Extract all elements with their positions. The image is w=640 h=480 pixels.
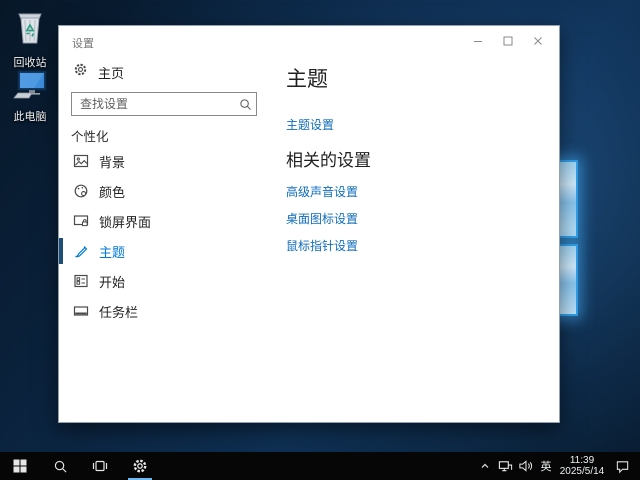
- task-view-button[interactable]: [82, 452, 118, 480]
- desktop-icon-settings-link[interactable]: 桌面图标设置: [286, 210, 358, 227]
- taskbar: 英 11:39 2025/5/14: [0, 452, 640, 480]
- ime-language-indicator[interactable]: 英: [536, 452, 556, 480]
- sidebar-item-themes[interactable]: 主题: [59, 237, 269, 265]
- sidebar-section-personalization: 个性化: [71, 126, 109, 145]
- task-view-icon: [92, 459, 108, 473]
- sidebar-item-label: 颜色: [99, 182, 125, 201]
- taskbar-clock[interactable]: 11:39 2025/5/14: [559, 455, 605, 477]
- chevron-up-icon: [479, 460, 491, 472]
- advanced-sound-settings-link[interactable]: 高级声音设置: [286, 183, 358, 200]
- speaker-icon: [518, 459, 533, 473]
- sidebar-item-label: 主题: [99, 242, 125, 261]
- clock-time: 11:39: [559, 455, 605, 466]
- sidebar-home-label: 主页: [98, 63, 124, 82]
- clock-date: 2025/5/14: [559, 466, 605, 477]
- show-hidden-icons-button[interactable]: [476, 452, 494, 480]
- lock-screen-icon: [73, 213, 89, 229]
- settings-window: 设置 主页: [58, 25, 560, 423]
- gear-icon: [132, 458, 148, 474]
- taskbar-icon: [73, 303, 89, 319]
- recycle-bin-icon: [4, 6, 56, 51]
- themes-brush-icon: [73, 243, 89, 259]
- minimize-button[interactable]: [463, 31, 493, 51]
- gear-icon: [73, 62, 88, 82]
- taskbar-search-button[interactable]: [42, 452, 78, 480]
- maximize-icon: [503, 36, 513, 46]
- sidebar-item-home[interactable]: 主页: [73, 62, 124, 82]
- close-button[interactable]: [523, 31, 553, 51]
- background-image-icon: [73, 153, 89, 169]
- sidebar-item-lock-screen[interactable]: 锁屏界面: [59, 207, 269, 235]
- window-controls: [463, 31, 553, 51]
- start-layout-icon: [73, 273, 89, 289]
- colors-palette-icon: [73, 183, 89, 199]
- action-center-icon: [615, 459, 630, 474]
- desktop-icon-this-pc[interactable]: 此电脑: [4, 70, 56, 124]
- sidebar-item-start[interactable]: 开始: [59, 267, 269, 295]
- taskbar-settings-app-button[interactable]: [120, 452, 160, 480]
- sidebar-item-label: 锁屏界面: [99, 212, 151, 231]
- close-icon: [533, 36, 543, 46]
- minimize-icon: [473, 36, 483, 46]
- sidebar-item-label: 任务栏: [99, 302, 138, 321]
- related-settings-heading: 相关的设置: [286, 146, 371, 171]
- desktop: 回收站 此电脑 设置: [0, 0, 640, 480]
- network-icon: [498, 459, 513, 473]
- desktop-icon-recycle-bin[interactable]: 回收站: [4, 6, 56, 70]
- this-pc-icon: [4, 70, 56, 105]
- selection-bar: [59, 238, 63, 264]
- search-input[interactable]: [72, 97, 239, 111]
- search-icon: [53, 459, 68, 474]
- maximize-button[interactable]: [493, 31, 523, 51]
- system-tray: 英 11:39 2025/5/14: [475, 452, 640, 480]
- sidebar-item-label: 背景: [99, 152, 125, 171]
- sidebar-item-colors[interactable]: 颜色: [59, 177, 269, 205]
- theme-settings-link[interactable]: 主题设置: [286, 116, 334, 133]
- volume-tray-button[interactable]: [516, 452, 534, 480]
- action-center-button[interactable]: [608, 452, 636, 480]
- sidebar-item-label: 开始: [99, 272, 125, 291]
- settings-search-box[interactable]: [71, 92, 257, 116]
- network-tray-button[interactable]: [496, 452, 514, 480]
- search-icon[interactable]: [239, 98, 252, 111]
- mouse-pointer-settings-link[interactable]: 鼠标指针设置: [286, 237, 358, 254]
- sidebar-item-taskbar[interactable]: 任务栏: [59, 297, 269, 325]
- desktop-icon-label: 此电脑: [4, 108, 56, 124]
- desktop-icon-label: 回收站: [4, 54, 56, 70]
- page-title: 主题: [286, 63, 328, 93]
- windows-logo-icon: [13, 459, 27, 473]
- start-button[interactable]: [0, 452, 40, 480]
- window-title: 设置: [72, 35, 94, 51]
- sidebar-item-background[interactable]: 背景: [59, 147, 269, 175]
